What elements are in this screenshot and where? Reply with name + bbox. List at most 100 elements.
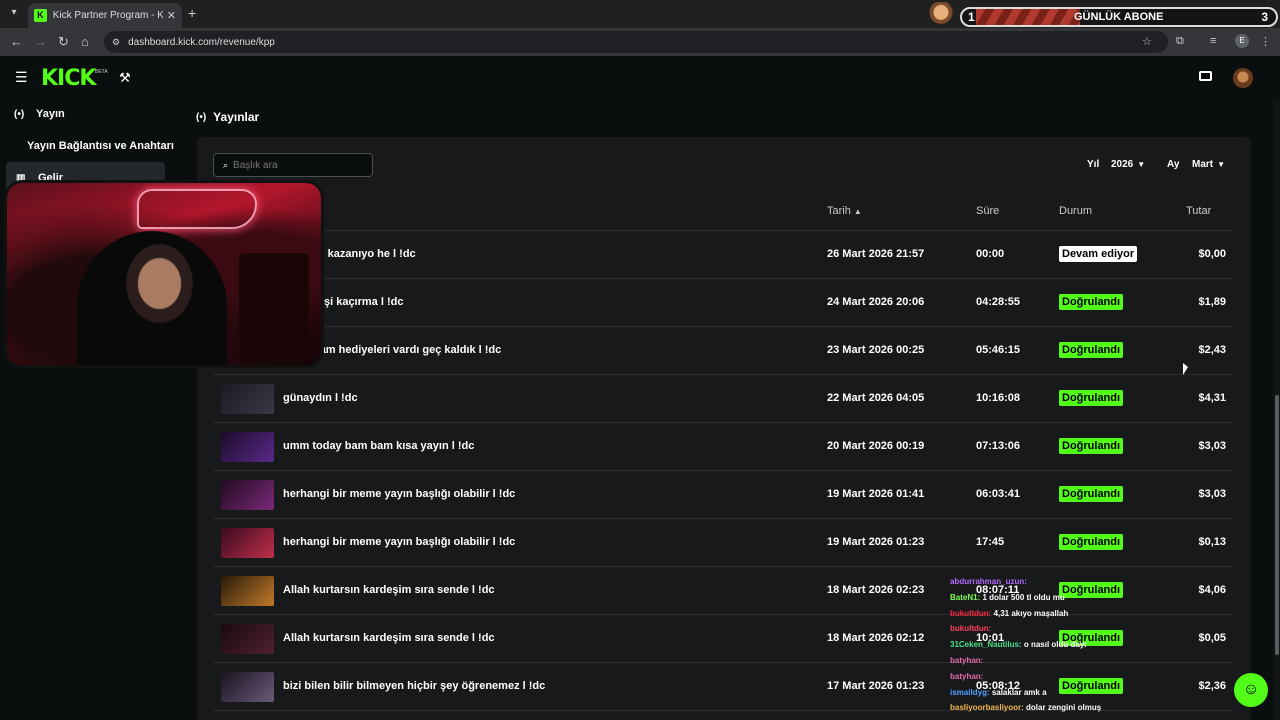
new-tab-icon[interactable]: + bbox=[188, 5, 196, 21]
browser-tab[interactable]: K Kick Partner Program - Kick Das ✕ bbox=[28, 3, 182, 28]
stream-date: 19 Mart 2026 01:23 bbox=[827, 536, 925, 548]
chat-message: 31Ceken_Nautilus: o nasıl oldu dayı bbox=[950, 640, 1150, 656]
stream-amount: $0,00 bbox=[1198, 248, 1226, 260]
chat-username: batyhan: bbox=[950, 671, 984, 681]
chat-message: bukultdun: 4,31 akıyo maşallah bbox=[950, 609, 1150, 625]
stream-date: 26 Mart 2026 21:57 bbox=[827, 248, 925, 260]
stream-thumbnail[interactable] bbox=[221, 672, 274, 702]
stream-thumbnail[interactable] bbox=[221, 432, 274, 462]
search-field[interactable]: ⌕ bbox=[213, 153, 373, 177]
creator-tools-icon[interactable]: ⚒ bbox=[119, 70, 131, 86]
hamburger-menu-icon[interactable]: ☰ bbox=[15, 70, 28, 84]
search-input[interactable] bbox=[233, 159, 364, 171]
stream-date: 20 Mart 2026 00:19 bbox=[827, 440, 925, 452]
address-bar[interactable]: ⚙ dashboard.kick.com/revenue/kpp bbox=[104, 31, 1168, 53]
browser-toolbar: ← → ↻ ⌂ ⚙ dashboard.kick.com/revenue/kpp… bbox=[0, 28, 1280, 56]
stream-date: 22 Mart 2026 04:05 bbox=[827, 392, 925, 404]
menu-dots-icon[interactable]: ⋮ bbox=[1260, 35, 1271, 48]
scrollbar-thumb[interactable] bbox=[1275, 395, 1279, 655]
extensions-icon[interactable]: ⧉ bbox=[1176, 35, 1184, 48]
year-label: Yıl bbox=[1087, 159, 1100, 170]
stream-date: 24 Mart 2026 20:06 bbox=[827, 296, 925, 308]
chair-image bbox=[239, 253, 309, 363]
status-badge: Doğrulandı bbox=[1059, 534, 1124, 550]
table-row[interactable]: er bayram hediyeleri vardı geç kaldık l … bbox=[213, 327, 1234, 375]
stream-thumbnail[interactable] bbox=[221, 480, 274, 510]
chevron-down-icon: ▼ bbox=[1137, 160, 1146, 169]
forward-icon[interactable]: → bbox=[34, 34, 47, 49]
webcam-overlay bbox=[4, 180, 324, 368]
column-header-date[interactable]: Tarih ▲ bbox=[827, 205, 862, 217]
broadcast-icon: (•) bbox=[14, 108, 25, 120]
stream-duration: 05:46:15 bbox=[976, 344, 1021, 356]
stream-title[interactable]: herhangi bir meme yayın başlığı olabilir… bbox=[283, 536, 515, 548]
stream-thumbnail[interactable] bbox=[221, 624, 274, 654]
chat-text: 4,31 akıyo maşallah bbox=[993, 608, 1069, 618]
site-info-icon[interactable]: ⚙ bbox=[112, 37, 120, 48]
chevron-down-icon: ▼ bbox=[1217, 160, 1226, 169]
close-tab-icon[interactable]: ✕ bbox=[167, 9, 176, 22]
stream-duration: 06:03:41 bbox=[976, 488, 1021, 500]
reload-icon[interactable]: ↻ bbox=[58, 34, 69, 50]
stream-amount: $1,89 bbox=[1198, 296, 1226, 308]
tab-title: Kick Partner Program - Kick Das bbox=[52, 10, 163, 21]
stream-title[interactable]: Allah kurtarsın kardeşim sıra sende l !d… bbox=[283, 584, 495, 596]
home-icon[interactable]: ⌂ bbox=[81, 34, 89, 49]
stream-date: 19 Mart 2026 01:41 bbox=[827, 488, 925, 500]
stream-thumbnail[interactable] bbox=[221, 384, 274, 414]
month-select[interactable]: Mart ▼ bbox=[1192, 159, 1225, 170]
table-row[interactable]: er çekilişi kaçırma l !dc 24 Mart 2026 20… bbox=[213, 279, 1234, 327]
sub-progress-bar bbox=[976, 9, 1080, 25]
back-icon[interactable]: ← bbox=[10, 34, 23, 49]
chat-username: BateN1: bbox=[950, 592, 981, 602]
column-header-status[interactable]: Durum bbox=[1059, 205, 1092, 217]
bookmark-star-icon[interactable]: ☆ bbox=[1142, 35, 1152, 48]
status-badge: Devam ediyor bbox=[1059, 246, 1138, 262]
chat-username: bukultdun: bbox=[950, 624, 992, 634]
support-chat-button[interactable]: ☺ bbox=[1234, 673, 1268, 707]
sidebar-item-yayin[interactable]: (•) Yayın bbox=[14, 108, 65, 120]
chat-text: o nasıl oldu dayı bbox=[1023, 640, 1087, 650]
user-avatar[interactable] bbox=[1233, 68, 1253, 88]
sidebar-item-label: Yayın Bağlantısı ve Anahtarı bbox=[27, 140, 174, 152]
mascot-overlay-icon bbox=[926, 2, 956, 28]
chat-message: basliyoorbasliyoor: dolar zengini olmuş bbox=[950, 703, 1150, 719]
stream-title[interactable]: umm today bam bam kısa yayın l !dc bbox=[283, 440, 474, 452]
search-icon: ⌕ bbox=[223, 159, 229, 170]
streamer-image bbox=[77, 231, 227, 365]
kick-favicon-icon: K bbox=[34, 9, 47, 22]
stream-title[interactable]: herhangi bir meme yayın başlığı olabilir… bbox=[283, 488, 515, 500]
profile-avatar[interactable]: E bbox=[1235, 34, 1249, 48]
status-badge: Doğrulandı bbox=[1059, 486, 1124, 502]
stream-thumbnail[interactable] bbox=[221, 528, 274, 558]
column-header-amount[interactable]: Tutar bbox=[1186, 205, 1211, 217]
media-icon[interactable]: ≡ bbox=[1210, 35, 1216, 47]
status-badge: Doğrulandı bbox=[1059, 342, 1124, 358]
table-row[interactable]: herhangi bir meme yayın başlığı olabilir… bbox=[213, 519, 1234, 567]
chat-username: 31Ceken_Nautilus: bbox=[950, 640, 1022, 650]
status-badge: Doğrulandı bbox=[1059, 294, 1124, 310]
stream-date: 23 Mart 2026 00:25 bbox=[827, 344, 925, 356]
stream-amount: $4,06 bbox=[1198, 584, 1226, 596]
table-row[interactable]: ar da iyi kazanıyo he l !dc 26 Mart 2026 … bbox=[213, 231, 1234, 279]
table-row[interactable]: umm today bam bam kısa yayın l !dc 20 Mar… bbox=[213, 423, 1234, 471]
stream-title[interactable]: bizi bilen bilir bilmeyen hiçbir şey öğr… bbox=[283, 680, 545, 692]
column-header-duration[interactable]: Süre bbox=[976, 205, 999, 217]
kick-logo[interactable]: KICK bbox=[41, 66, 96, 91]
chat-username: ismaildyg: bbox=[950, 687, 990, 697]
sidebar-item-stream-key[interactable]: Yayın Bağlantısı ve Anahtarı bbox=[27, 140, 174, 152]
stream-amount: $3,03 bbox=[1198, 440, 1226, 452]
month-value: Mart bbox=[1192, 159, 1214, 170]
chat-message: BateN1: 1 dolar 500 tl oldu mu bbox=[950, 593, 1150, 609]
wallet-icon[interactable] bbox=[1199, 71, 1212, 81]
year-value: 2026 bbox=[1111, 159, 1134, 170]
sidebar-item-label: Yayın bbox=[36, 108, 65, 120]
table-row[interactable]: günaydın l !dc 22 Mart 2026 04:05 10:16:08… bbox=[213, 375, 1234, 423]
year-select[interactable]: 2026 ▼ bbox=[1111, 159, 1145, 170]
table-row[interactable]: herhangi bir meme yayın başlığı olabilir… bbox=[213, 471, 1234, 519]
mouse-cursor-icon bbox=[1183, 363, 1188, 375]
stream-title[interactable]: günaydın l !dc bbox=[283, 392, 358, 404]
stream-title[interactable]: Allah kurtarsın kardeşim sıra sende l !d… bbox=[283, 632, 495, 644]
tab-search-icon[interactable]: ▾ bbox=[6, 5, 22, 21]
stream-thumbnail[interactable] bbox=[221, 576, 274, 606]
